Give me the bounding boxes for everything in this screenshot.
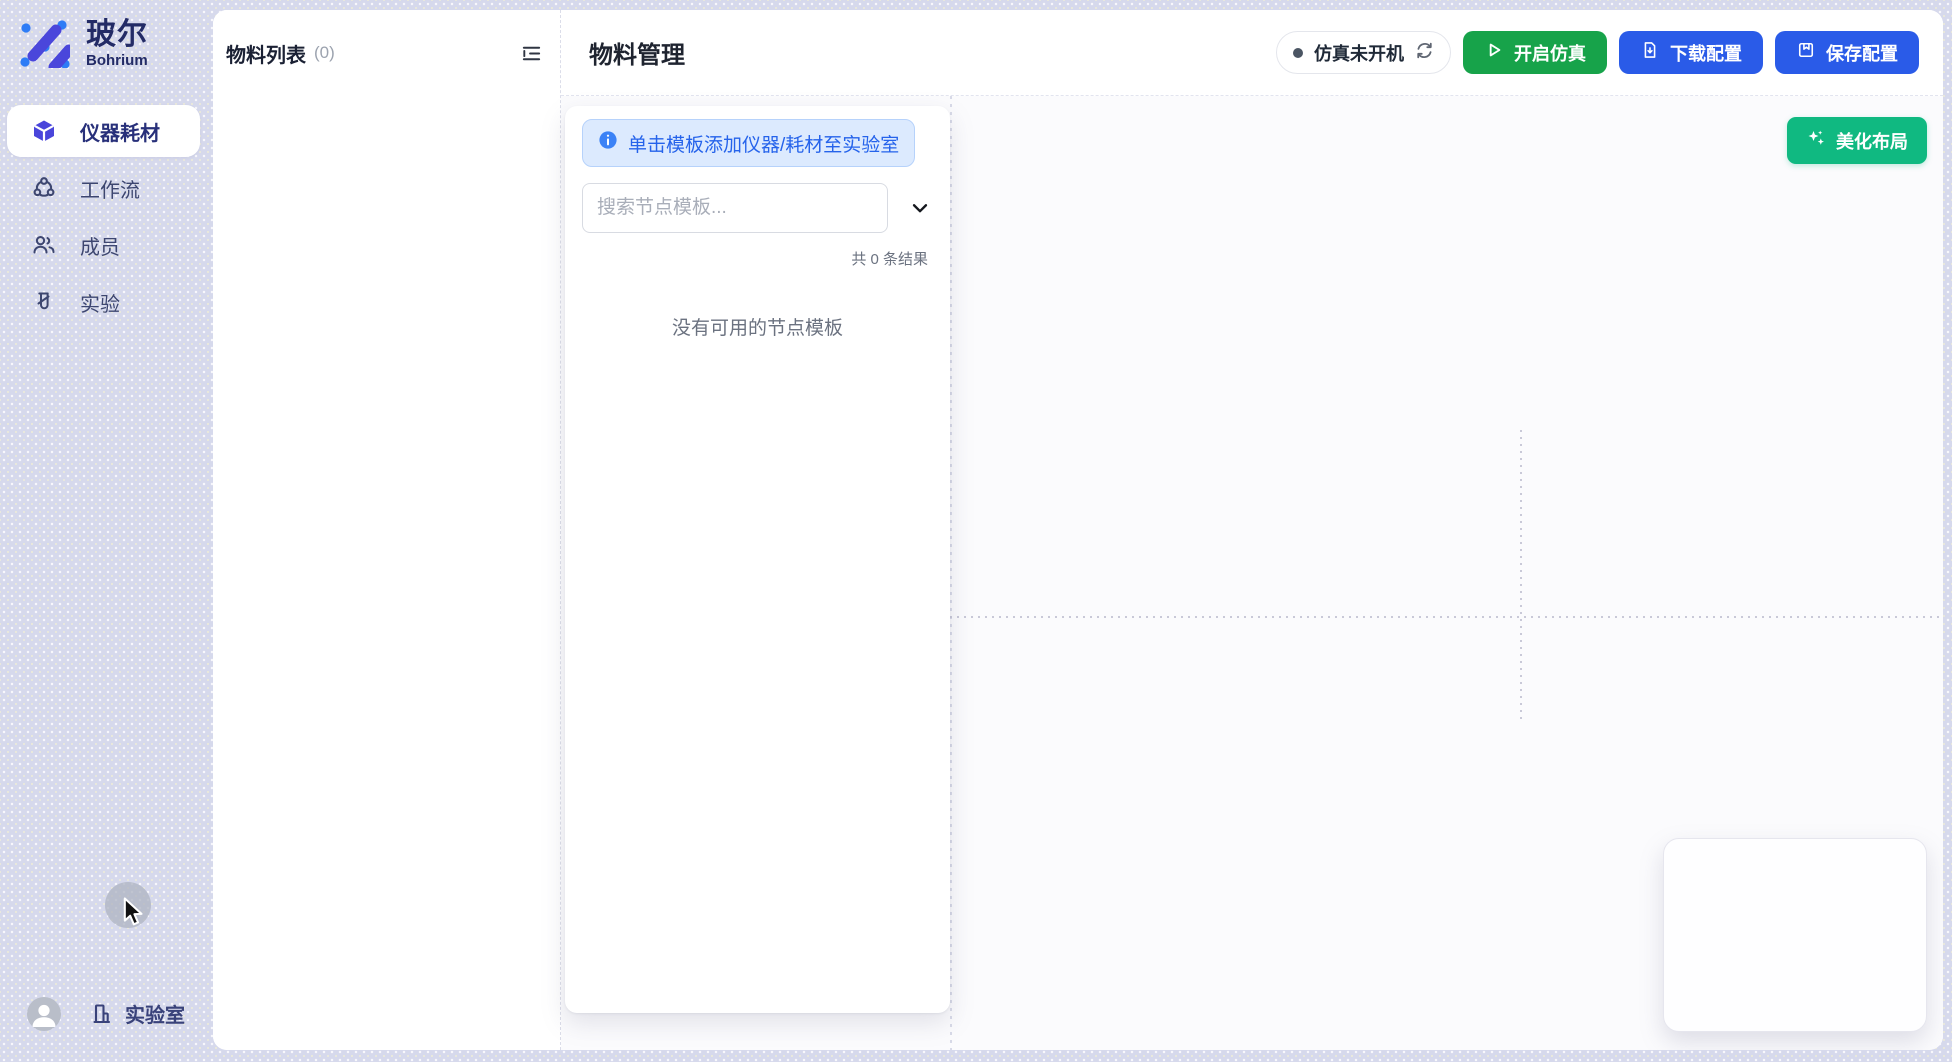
workflow-icon: [31, 175, 57, 201]
material-list-count: (0): [314, 43, 335, 63]
sparkles-icon: [1806, 128, 1826, 153]
sidebar-item-label: 仪器耗材: [80, 117, 160, 146]
material-list-panel: 物料列表 (0): [213, 10, 561, 1050]
sidebar-item-label: 工作流: [80, 174, 140, 203]
play-icon: [1484, 40, 1504, 65]
download-config-button[interactable]: 下载配置: [1619, 31, 1763, 74]
minimap[interactable]: [1663, 838, 1927, 1032]
sidebar-item-workflow[interactable]: 工作流: [7, 162, 200, 214]
lab-entry-label: 实验室: [125, 999, 185, 1028]
bohrium-logo-icon: [16, 14, 70, 73]
sidebar-nav: 仪器耗材 工作流: [7, 105, 200, 333]
save-config-button[interactable]: 保存配置: [1775, 31, 1919, 74]
template-search-row: [582, 183, 933, 233]
beautify-layout-button[interactable]: 美化布局: [1787, 117, 1927, 164]
logo-title: 玻尔: [86, 19, 148, 51]
mouse-cursor: [120, 897, 150, 934]
canvas-grid-line-vertical: [1520, 430, 1522, 720]
sidebar-footer: 实验室: [0, 994, 213, 1034]
canvas-grid-line-horizontal: [950, 616, 1943, 618]
status-dot-icon: [1293, 48, 1303, 58]
material-list-title: 物料列表: [226, 39, 306, 68]
sidebar-item-label: 实验: [80, 288, 120, 317]
sidebar-item-experiment[interactable]: 实验: [7, 276, 200, 328]
empty-template-text: 没有可用的节点模板: [582, 313, 933, 340]
main-column: 物料管理 仿真未开机: [561, 10, 1943, 1050]
material-list-header: 物料列表 (0): [213, 10, 560, 96]
page-header: 物料管理 仿真未开机: [561, 10, 1943, 96]
search-input[interactable]: [582, 183, 888, 233]
sidebar-item-label: 成员: [80, 231, 120, 260]
main-surface: 物料列表 (0) 物料管理 仿真: [213, 10, 1943, 1050]
chevron-down-icon[interactable]: [907, 195, 933, 221]
template-hint-banner: 单击模板添加仪器/耗材至实验室: [582, 119, 915, 167]
template-hint-text: 单击模板添加仪器/耗材至实验室: [628, 130, 899, 157]
avatar[interactable]: [27, 997, 61, 1031]
app-screen: 玻尔 Bohrium 仪器耗材: [0, 0, 1952, 1062]
logo-subtitle: Bohrium: [86, 53, 148, 69]
simulation-status-chip[interactable]: 仿真未开机: [1276, 31, 1451, 74]
info-icon: [598, 130, 618, 156]
start-simulation-button[interactable]: 开启仿真: [1463, 31, 1607, 74]
sidebar-item-instruments[interactable]: 仪器耗材: [7, 105, 200, 157]
refresh-icon[interactable]: [1415, 41, 1434, 65]
status-label: 仿真未开机: [1314, 40, 1404, 66]
page-title: 物料管理: [589, 35, 685, 70]
sidebar-item-members[interactable]: 成员: [7, 219, 200, 271]
flow-canvas[interactable]: 单击模板添加仪器/耗材至实验室 共 0 条结果 没有可用的节点模板: [561, 96, 1943, 1050]
members-icon: [31, 232, 57, 258]
save-icon: [1796, 40, 1816, 65]
collapse-panel-icon[interactable]: [520, 42, 543, 65]
panel-column-divider: [950, 96, 952, 1050]
template-panel: 单击模板添加仪器/耗材至实验室 共 0 条结果 没有可用的节点模板: [565, 106, 950, 1013]
lab-entry[interactable]: 实验室: [88, 999, 185, 1028]
experiment-icon: [31, 289, 57, 315]
result-count: 共 0 条结果: [582, 248, 933, 269]
file-download-icon: [1640, 40, 1660, 65]
brand-logo: 玻尔 Bohrium: [16, 14, 148, 73]
cube-icon: [31, 118, 57, 144]
header-actions: 仿真未开机: [1276, 31, 1919, 74]
lab-building-icon: [88, 1000, 115, 1027]
